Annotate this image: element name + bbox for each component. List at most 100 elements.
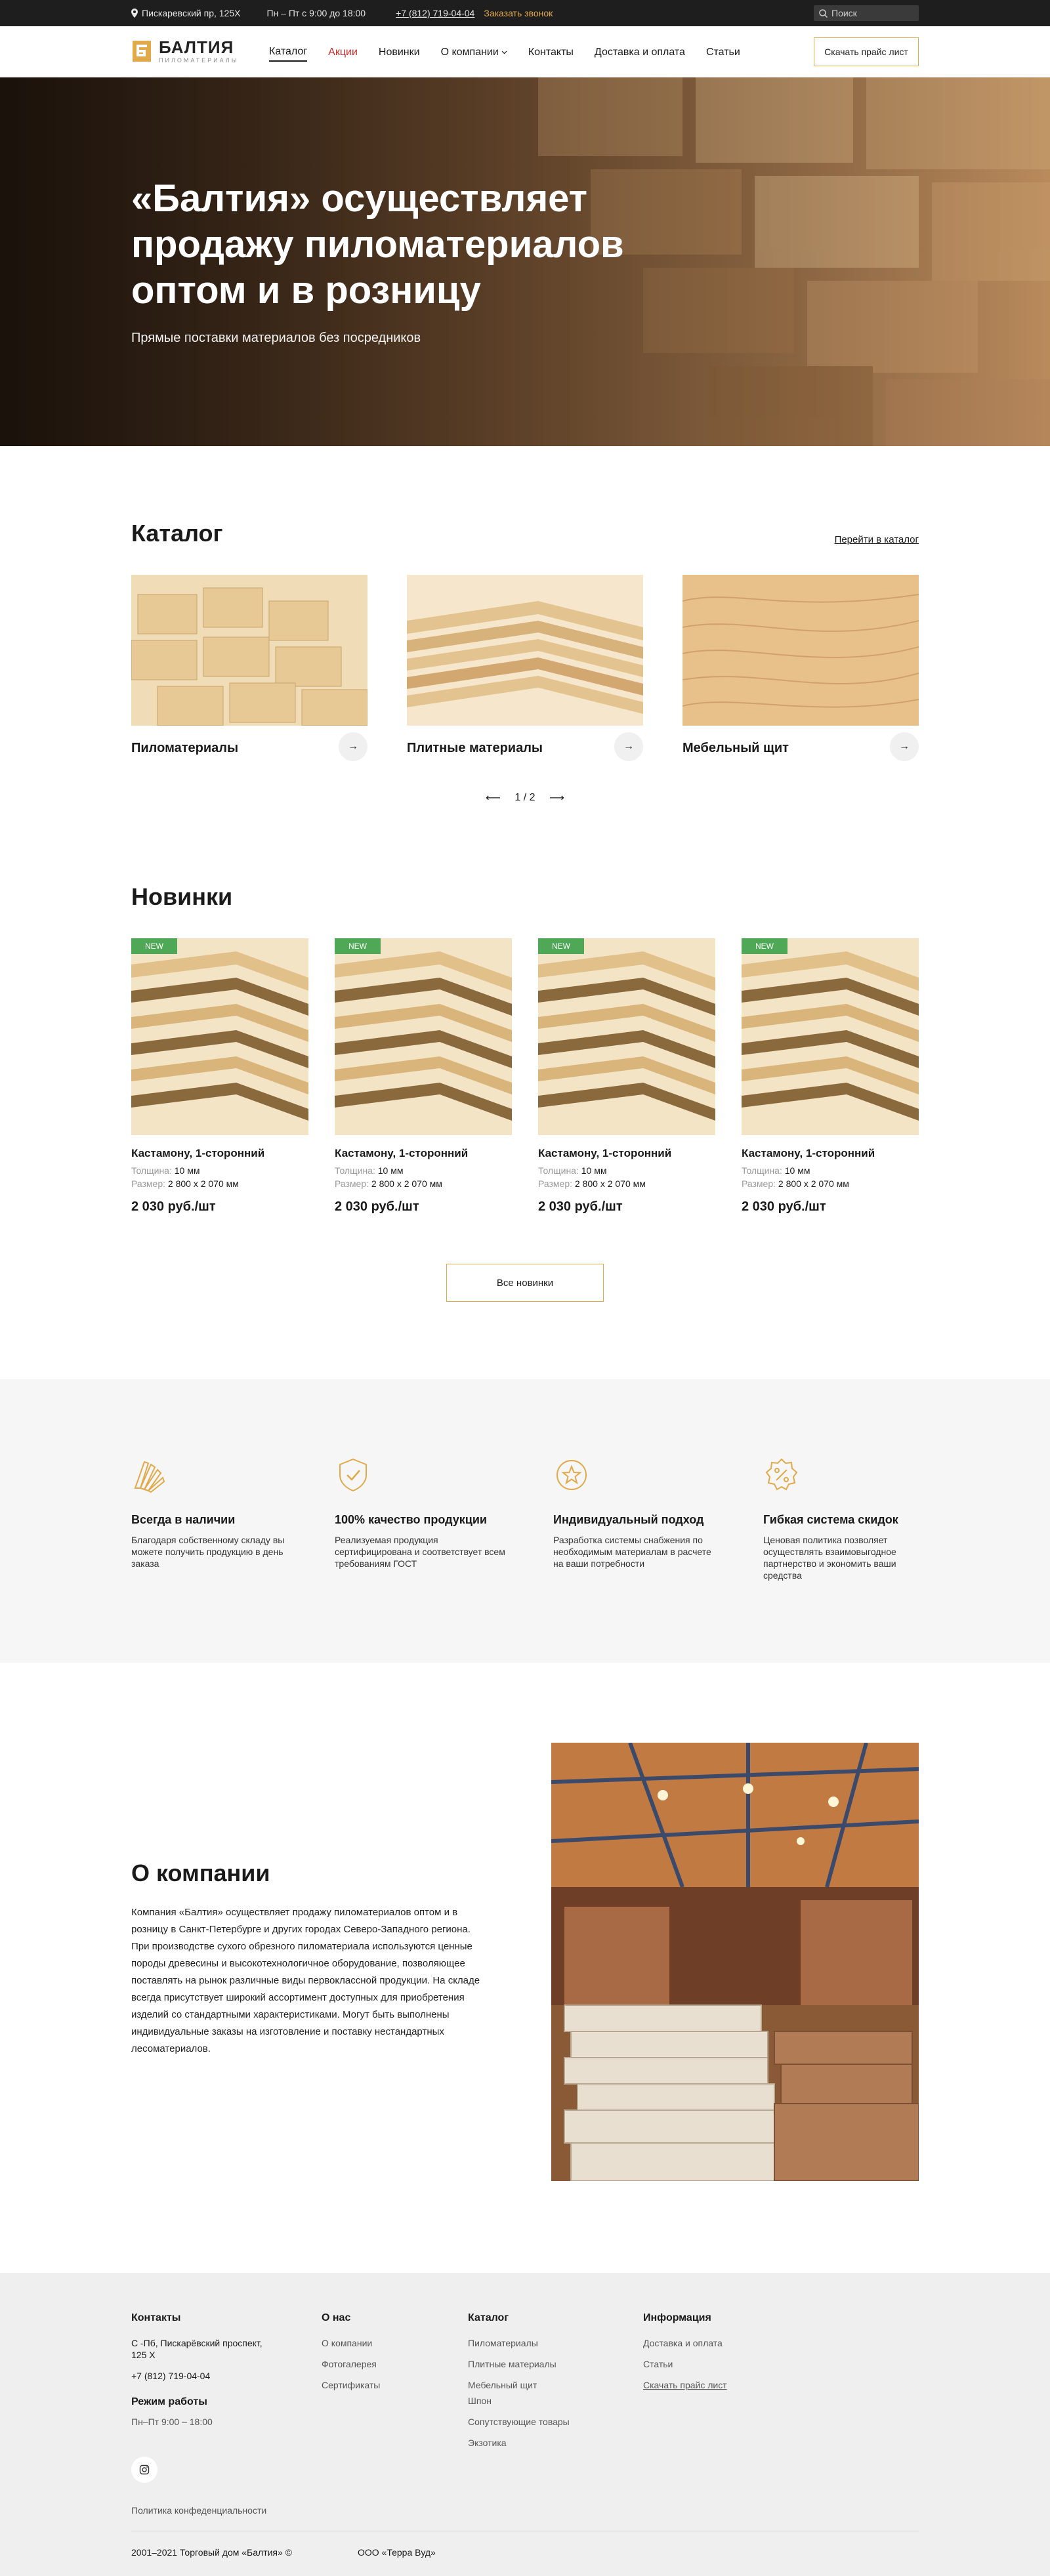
catalog-card-panels[interactable]: Плитные материалы → bbox=[407, 575, 643, 761]
advantage-item: Индивидуальный подход Разработка системы… bbox=[553, 1457, 724, 1569]
footer-link[interactable]: О компании bbox=[322, 2337, 380, 2349]
search-placeholder: Поиск bbox=[831, 8, 857, 18]
thickness-value: 10 мм bbox=[174, 1165, 200, 1176]
advantage-title: 100% качество продукции bbox=[335, 1513, 487, 1526]
advantage-text: Ценовая политика позволяет осуществлять … bbox=[763, 1535, 896, 1581]
logo[interactable]: БАЛТИЯ ПИЛОМАТЕРИАЛЫ bbox=[131, 38, 239, 64]
catalog-card-furniture-board[interactable]: Мебельный щит → bbox=[682, 575, 919, 761]
arrow-right-icon[interactable]: → bbox=[339, 732, 368, 761]
catalog-card-lumber[interactable]: Пиломатериалы → bbox=[131, 575, 368, 761]
product-thickness: Толщина: 10 мм bbox=[335, 1165, 403, 1176]
nav-about-label: О компании bbox=[440, 47, 499, 58]
warehouse-image bbox=[551, 1743, 919, 2181]
star-badge-icon bbox=[556, 1460, 587, 1490]
logo-subtitle: ПИЛОМАТЕРИАЛЫ bbox=[159, 57, 239, 64]
arrow-right-icon[interactable]: ⟶ bbox=[549, 791, 564, 804]
new-badge: NEW bbox=[538, 938, 584, 954]
header: БАЛТИЯ ПИЛОМАТЕРИАЛЫ Каталог Акции Новин… bbox=[0, 26, 1050, 77]
shield-check-icon bbox=[339, 1458, 367, 1492]
footer-info: Информация Доставка и оплата Статьи Скач… bbox=[643, 2312, 727, 2400]
arrow-right-icon[interactable]: → bbox=[614, 732, 643, 761]
thickness-label: Толщина: bbox=[131, 1165, 172, 1176]
new-products-title: Новинки bbox=[131, 883, 233, 910]
new-badge: NEW bbox=[131, 938, 177, 954]
nav-about[interactable]: О компании bbox=[441, 46, 507, 62]
furniture-board-image bbox=[682, 575, 919, 726]
catalog-item-name: Мебельный щит bbox=[682, 741, 789, 755]
thickness-label: Толщина: bbox=[335, 1165, 375, 1176]
product-card[interactable]: NEW Кастамону, 1-сторонний Толщина: 10 мм Р… bbox=[742, 938, 919, 1214]
advantage-title: Гибкая система скидок bbox=[763, 1513, 898, 1526]
product-thickness: Толщина: 10 мм bbox=[131, 1165, 200, 1176]
nav-contacts[interactable]: Контакты bbox=[528, 46, 574, 62]
footer-info-title: Информация bbox=[643, 2312, 711, 2323]
product-card[interactable]: NEW Кастамону, 1-сторонний Толщина: 10 мм Р… bbox=[335, 938, 512, 1214]
product-image: NEW bbox=[335, 938, 512, 1135]
nav-sale[interactable]: Акции bbox=[328, 46, 358, 62]
search-input[interactable]: Поиск bbox=[814, 5, 919, 21]
footer-link[interactable]: Доставка и оплата bbox=[643, 2337, 727, 2349]
thickness-label: Толщина: bbox=[742, 1165, 782, 1176]
footer-link[interactable]: Шпон bbox=[468, 2395, 570, 2407]
company-name: ООО «Терра Вуд» bbox=[358, 2547, 436, 2558]
footer-about-title: О нас bbox=[322, 2312, 351, 2323]
hero-title: «Балтия» осуществляет продажу пиломатери… bbox=[131, 177, 624, 312]
product-image: NEW bbox=[742, 938, 919, 1135]
footer-link[interactable]: Скачать прайс лист bbox=[643, 2379, 727, 2391]
all-new-products-button[interactable]: Все новинки bbox=[446, 1264, 604, 1302]
product-image: NEW bbox=[131, 938, 308, 1135]
footer-contacts-title: Контакты bbox=[131, 2312, 181, 2323]
nav-new[interactable]: Новинки bbox=[379, 46, 420, 62]
size-value: 2 800 х 2 070 мм bbox=[371, 1178, 442, 1189]
product-size: Размер: 2 800 х 2 070 мм bbox=[538, 1178, 646, 1189]
location-pin-icon bbox=[131, 9, 138, 18]
nav-delivery[interactable]: Доставка и оплата bbox=[595, 46, 685, 62]
product-image: NEW bbox=[538, 938, 715, 1135]
size-value: 2 800 х 2 070 мм bbox=[167, 1178, 239, 1189]
nav-articles[interactable]: Статьи bbox=[706, 46, 740, 62]
arrow-right-icon[interactable]: → bbox=[890, 732, 919, 761]
privacy-policy-link[interactable]: Политика конфеденциальности bbox=[131, 2505, 266, 2516]
footer-link[interactable]: Экзотика bbox=[468, 2437, 570, 2449]
wood-samples-icon bbox=[134, 1461, 165, 1493]
address-text: Пискаревский пр, 125Х bbox=[142, 8, 241, 18]
callback-link[interactable]: Заказать звонок bbox=[484, 8, 553, 18]
instagram-icon[interactable] bbox=[131, 2457, 158, 2483]
product-name: Кастамону, 1-сторонний bbox=[538, 1147, 672, 1159]
logo-mark-icon bbox=[133, 41, 151, 62]
arrow-left-icon[interactable]: ⟵ bbox=[486, 791, 501, 804]
footer-about: О нас О компании Фотогалерея Сертификаты bbox=[322, 2312, 380, 2400]
advantage-item: Всегда в наличии Благодаря собственному … bbox=[131, 1457, 302, 1569]
phone-link[interactable]: +7 (812) 719-04-04 bbox=[396, 8, 474, 18]
product-size: Размер: 2 800 х 2 070 мм bbox=[742, 1178, 849, 1189]
advantage-text: Реализуемая продукция сертифицирована и … bbox=[335, 1535, 505, 1569]
footer-link[interactable]: Пиломатериалы bbox=[468, 2337, 570, 2349]
footer-link[interactable]: Статьи bbox=[643, 2358, 727, 2370]
footer-link[interactable]: Плитные материалы bbox=[468, 2358, 570, 2370]
size-value: 2 800 х 2 070 мм bbox=[778, 1178, 849, 1189]
footer-link[interactable]: Фотогалерея bbox=[322, 2358, 380, 2370]
footer-link[interactable]: Сертификаты bbox=[322, 2379, 380, 2391]
product-price: 2 030 руб./шт bbox=[742, 1199, 826, 1214]
go-to-catalog-link[interactable]: Перейти в каталог bbox=[835, 534, 919, 545]
nav-catalog[interactable]: Каталог bbox=[269, 46, 308, 62]
product-name: Кастамону, 1-сторонний bbox=[742, 1147, 875, 1159]
footer-catalog: Каталог Пиломатериалы Плитные материалы … bbox=[468, 2312, 570, 2458]
lumber-image bbox=[131, 575, 368, 726]
product-name: Кастамону, 1-сторонний bbox=[335, 1147, 469, 1159]
product-card[interactable]: NEW Кастамону, 1-сторонний Толщина: 10 мм Р… bbox=[131, 938, 308, 1214]
about-title: О компании bbox=[131, 1859, 270, 1886]
advantage-title: Всегда в наличии bbox=[131, 1513, 236, 1526]
product-price: 2 030 руб./шт bbox=[538, 1199, 623, 1214]
chevron-down-icon bbox=[501, 51, 507, 54]
product-card[interactable]: NEW Кастамону, 1-сторонний Толщина: 10 мм Р… bbox=[538, 938, 715, 1214]
product-price: 2 030 руб./шт bbox=[335, 1199, 419, 1214]
advantage-text: Разработка системы снабжения по необходи… bbox=[553, 1535, 711, 1569]
footer-link[interactable]: Сопутствующие товары bbox=[468, 2416, 570, 2428]
footer-phone[interactable]: +7 (812) 719-04-04 bbox=[131, 2370, 262, 2382]
size-label: Размер: bbox=[538, 1178, 573, 1189]
pager-count: 1 / 2 bbox=[514, 792, 536, 803]
footer-catalog-title: Каталог bbox=[468, 2312, 509, 2323]
download-price-button[interactable]: Скачать прайс лист bbox=[814, 37, 919, 66]
footer-link[interactable]: Мебельный щит bbox=[468, 2379, 570, 2391]
